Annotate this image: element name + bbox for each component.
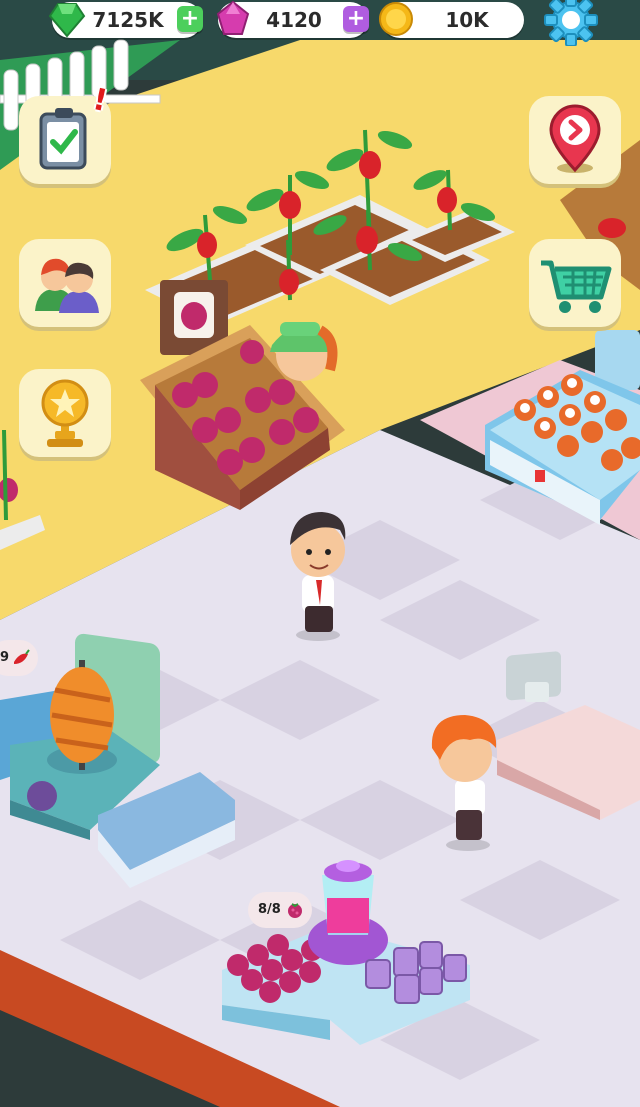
trophy-star-icon bbox=[41, 379, 89, 447]
location-button[interactable] bbox=[529, 96, 621, 184]
green-gem-icon bbox=[48, 3, 86, 38]
juice-stock-bubble: 8/8 bbox=[248, 892, 312, 928]
raspberry-icon bbox=[288, 903, 302, 918]
coin-count: 10K bbox=[445, 8, 489, 32]
kebab-stock-bubble: 9 bbox=[0, 640, 38, 676]
kebab-stock-count: 9 bbox=[0, 650, 10, 665]
chili-pepper-icon bbox=[14, 649, 30, 664]
gem-count: 7125K bbox=[92, 8, 164, 32]
achievements-button[interactable] bbox=[19, 369, 111, 457]
gold-coin-icon bbox=[379, 2, 413, 36]
staff-button[interactable] bbox=[19, 239, 111, 327]
juice-stock-count: 8/8 bbox=[258, 902, 281, 917]
shopping-cart-icon bbox=[541, 260, 612, 313]
gem-add-button[interactable]: + bbox=[177, 6, 203, 32]
customers-icon bbox=[35, 258, 99, 313]
map-pin-arrow-icon bbox=[549, 104, 601, 173]
crystal-add-button[interactable]: + bbox=[343, 6, 369, 32]
crystal-count: 4120 bbox=[266, 8, 322, 32]
shop-button[interactable] bbox=[529, 239, 621, 327]
pink-crystal-icon bbox=[216, 0, 250, 35]
gear-icon[interactable] bbox=[541, 0, 601, 46]
